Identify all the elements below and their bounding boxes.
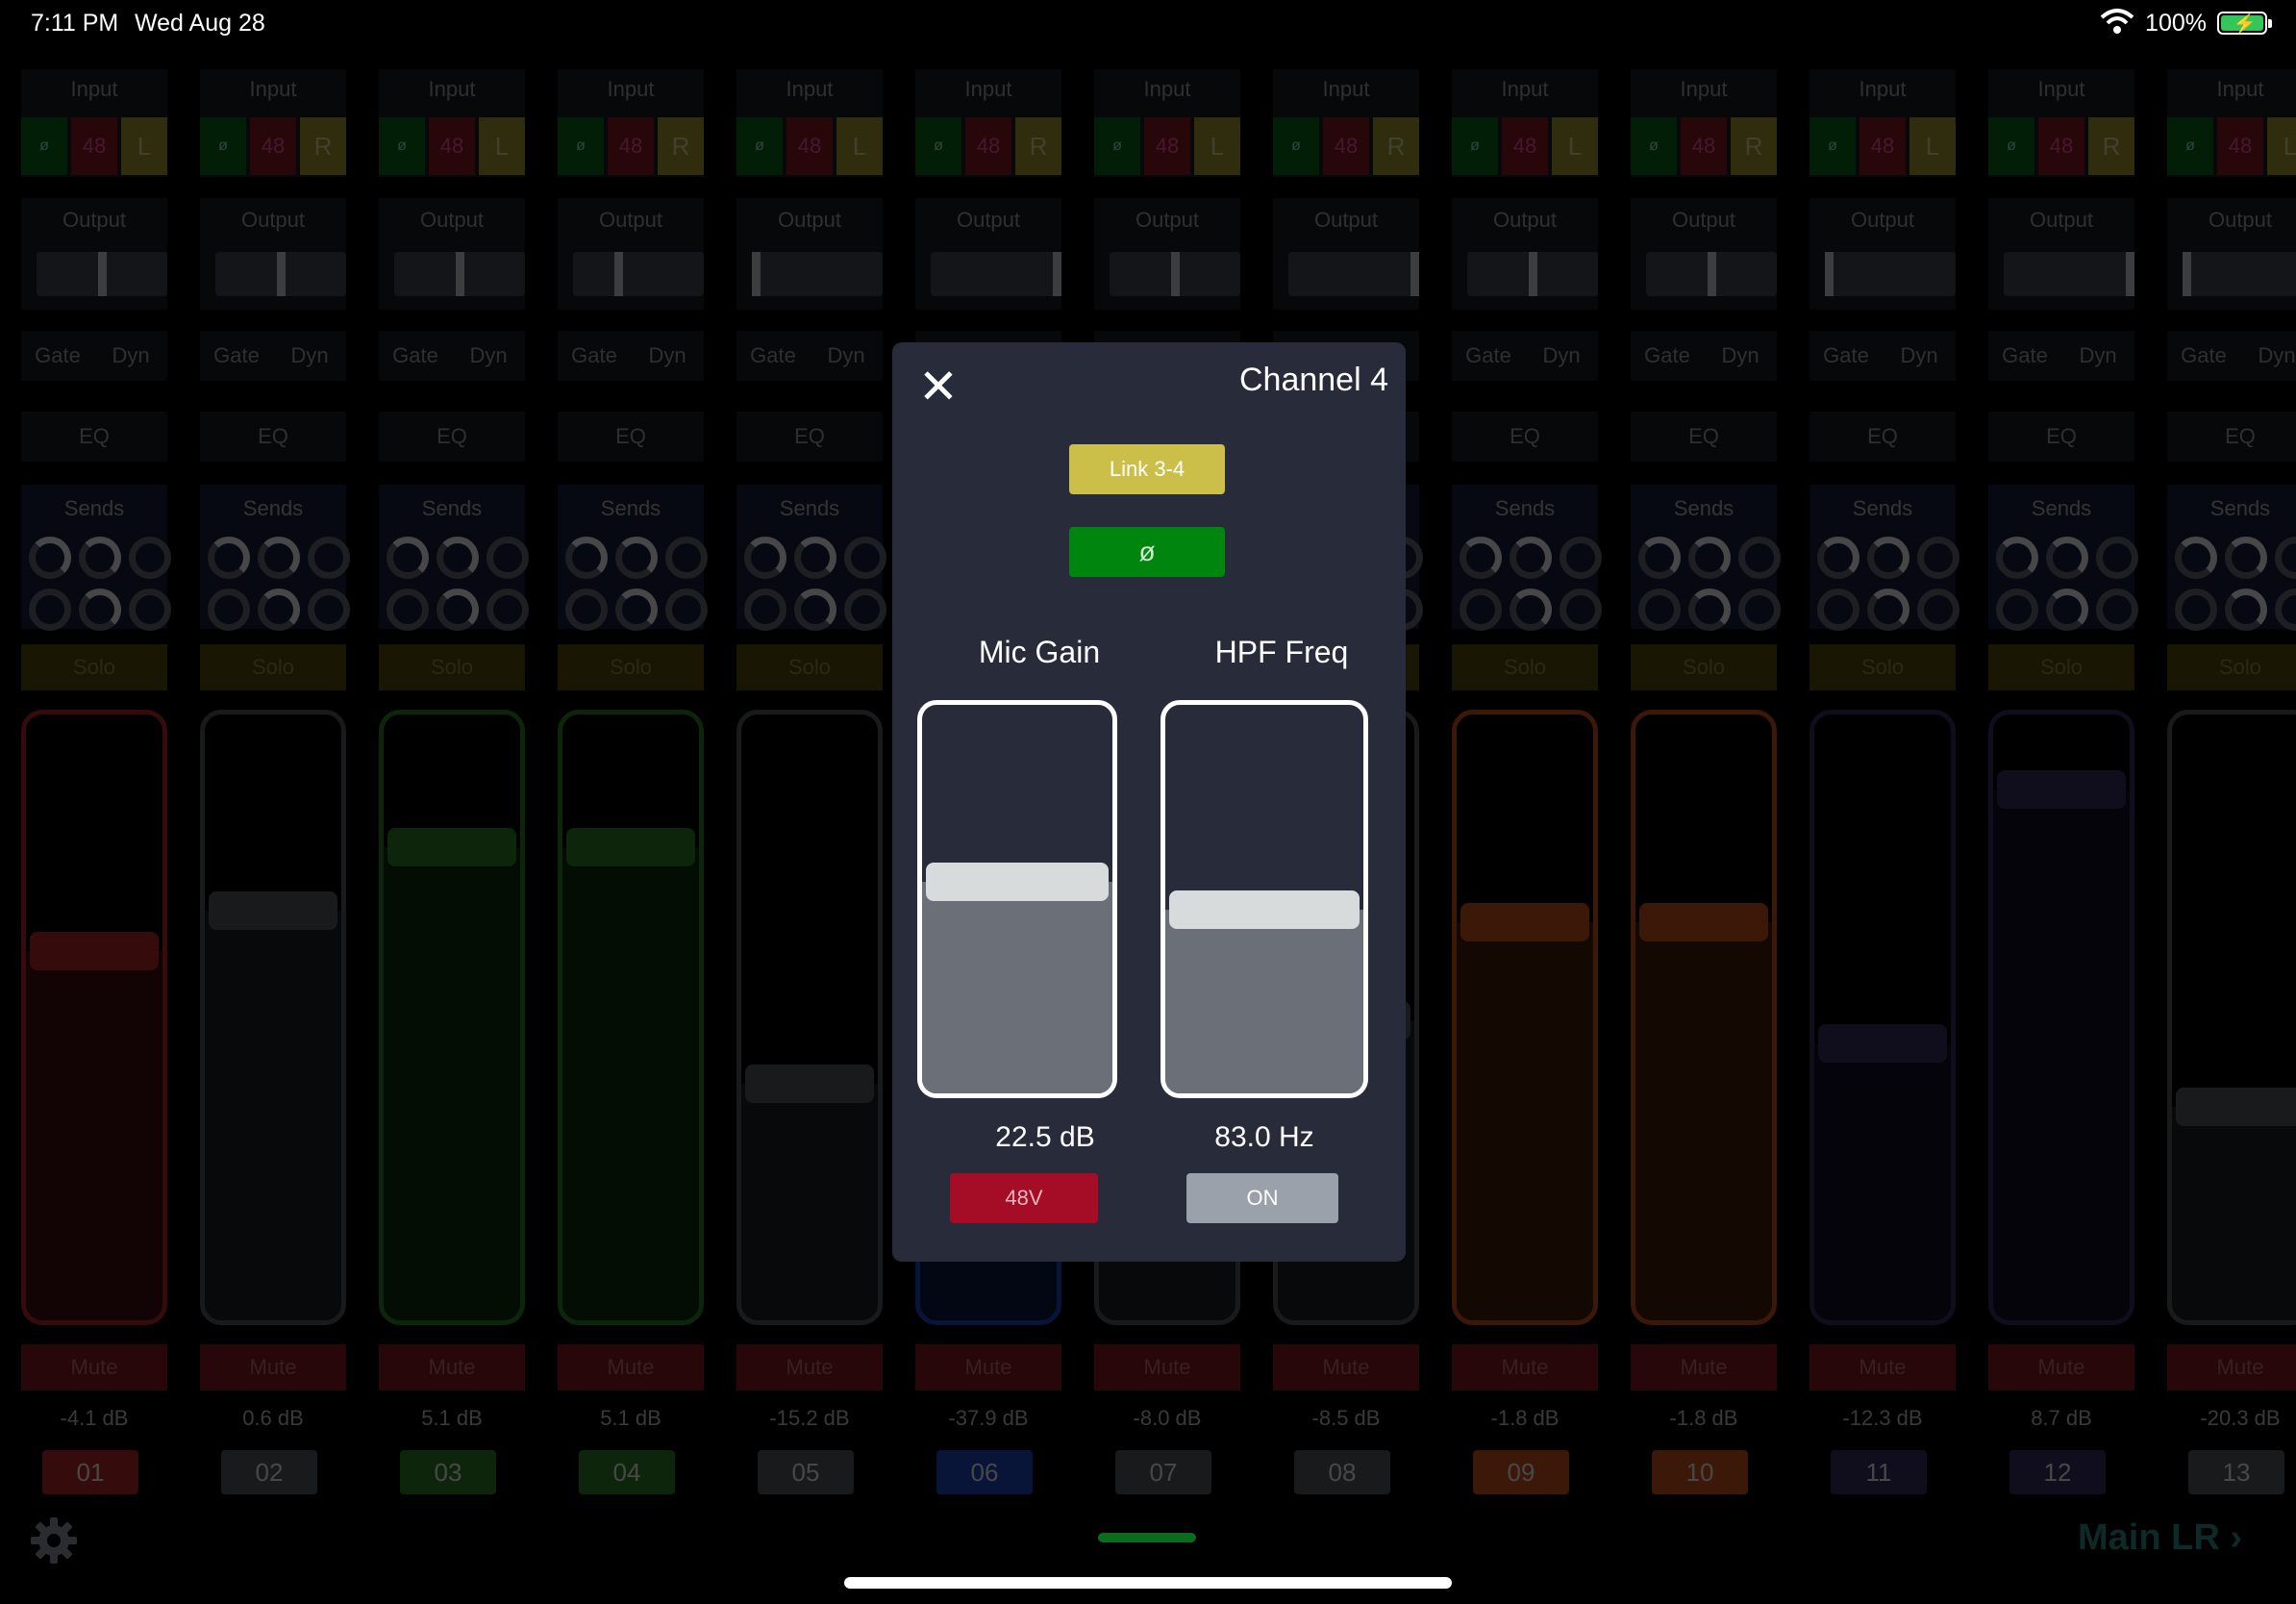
battery-charging-icon: ⚡: [2217, 12, 2272, 35]
status-date: Wed Aug 28: [135, 10, 265, 37]
gear-icon[interactable]: [29, 1516, 79, 1566]
mic-gain-value: 22.5 dB: [995, 1121, 1095, 1153]
phase-invert-button[interactable]: ø: [1069, 527, 1225, 577]
mic-gain-label: Mic Gain: [978, 635, 1101, 669]
home-indicator: [844, 1577, 1452, 1589]
link-channels-button[interactable]: Link 3-4: [1069, 444, 1225, 494]
close-icon[interactable]: ✕: [911, 360, 965, 414]
mixer-app: Input ø 48 L Output Gate Dyn EQ Sends: [0, 0, 2296, 1604]
mic-gain-handle[interactable]: [926, 862, 1109, 901]
hpf-freq-value: 83.0 Hz: [1214, 1121, 1314, 1153]
phantom-power-button[interactable]: 48V: [950, 1173, 1098, 1223]
hpf-freq-fader[interactable]: [1160, 700, 1368, 1098]
modal-title: Channel 4: [1238, 362, 1388, 398]
wifi-icon: [2100, 9, 2134, 34]
mic-gain-fill: [922, 881, 1112, 1093]
page-indicator: [1098, 1533, 1196, 1542]
mic-gain-fader[interactable]: [917, 700, 1117, 1098]
main-lr-link[interactable]: Main LR ›: [2078, 1517, 2242, 1559]
hpf-on-button[interactable]: ON: [1186, 1173, 1338, 1223]
battery-percent: 100%: [2145, 10, 2207, 37]
status-time: 7:11 PM: [31, 10, 119, 37]
hpf-freq-handle[interactable]: [1169, 890, 1360, 929]
hpf-freq-fill: [1165, 909, 1363, 1093]
status-bar: 7:11 PM Wed Aug 28 100% ⚡: [0, 0, 2296, 46]
channel-settings-modal: ✕ Channel 4 Link 3-4 ø Mic Gain HPF Freq…: [892, 342, 1406, 1262]
hpf-freq-label: HPF Freq: [1214, 635, 1349, 669]
